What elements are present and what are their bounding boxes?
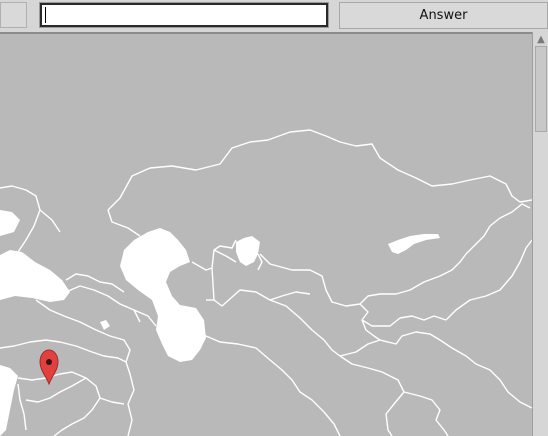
chevron-up-icon[interactable]: ▲ <box>534 32 548 46</box>
answer-input[interactable] <box>39 2 329 28</box>
text-caret <box>45 7 46 23</box>
vertical-scrollbar[interactable]: ▲ <box>532 32 548 436</box>
scroll-thumb[interactable] <box>535 46 547 132</box>
toolbar: Answer <box>0 0 548 32</box>
lake-balkhash <box>388 234 440 254</box>
answer-button[interactable]: Answer <box>339 2 548 29</box>
map-canvas <box>0 129 532 436</box>
northern-water <box>0 210 20 236</box>
mediterranean-sea <box>0 365 18 436</box>
toolbar-left-button[interactable] <box>0 2 27 28</box>
caspian-sea <box>120 228 206 362</box>
country-borders <box>0 129 532 436</box>
black-sea <box>0 250 70 302</box>
map-view[interactable] <box>0 34 532 436</box>
aral-sea <box>236 236 260 266</box>
small-lake <box>100 320 110 330</box>
